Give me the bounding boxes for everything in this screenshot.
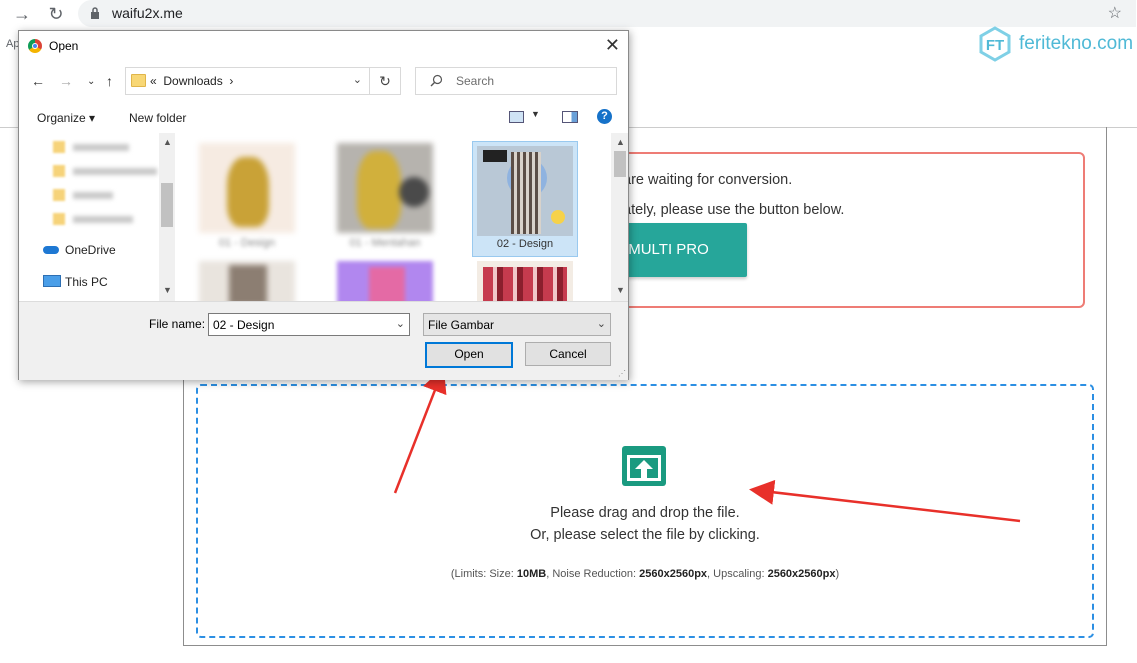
file-name-label: File name: [149,317,206,331]
file-caption: 01 - Design [218,237,276,249]
dialog-footer: File name: 02 - Design ⌄ File Gambar ⌄ O… [19,301,628,380]
nav-folder-item[interactable] [53,213,169,226]
dialog-address-toolbar: ← → ⌄ ↑ « Downloads › ⌄ ↻ Search [19,61,628,101]
path-bar[interactable]: « Downloads › ⌄ [125,67,371,95]
chrome-icon [28,39,42,53]
chevron-down-icon[interactable]: ⌄ [396,317,405,330]
back-icon[interactable]: ← [31,73,45,89]
arrow-to-drop-zone [749,479,1021,523]
file-list: 01 - Design 01 - Mentahan 02 - Design [177,133,611,301]
this-pc-icon [43,275,61,287]
file-thumbnail [477,146,573,236]
file-thumbnail[interactable] [199,261,295,301]
folder-icon [131,74,146,87]
file-thumbnail[interactable] [477,261,573,301]
nav-this-pc[interactable]: This PC [65,275,108,289]
nav-scrollbar[interactable]: ▲ ▼ [159,133,175,301]
view-options-icon[interactable] [509,111,524,123]
dialog-title: Open [49,39,79,53]
organize-button[interactable]: Organize ▾ [37,111,95,125]
new-folder-button[interactable]: New folder [129,111,186,125]
nav-onedrive[interactable]: OneDrive [65,243,116,257]
nav-folder-item[interactable] [53,165,169,178]
refresh-icon[interactable]: ↻ [369,67,401,95]
preview-pane-icon[interactable] [562,111,578,123]
file-list-scrollbar[interactable]: ▲ ▼ [612,133,628,301]
onedrive-icon [43,246,59,254]
chevron-down-icon: ⌄ [596,318,606,330]
file-thumbnail [199,143,295,233]
resize-grip-icon[interactable]: ⋰ [618,369,626,378]
view-dropdown-icon[interactable]: ▼ [531,109,540,119]
open-file-dialog: Open ✕ ← → ⌄ ↑ « Downloads › ⌄ ↻ Search … [18,30,629,380]
file-thumbnail [337,143,433,233]
file-name-value: 02 - Design [213,318,275,332]
dialog-command-bar: Organize ▾ New folder ▼ ? [19,101,628,133]
file-type-select[interactable]: File Gambar ⌄ [423,313,611,336]
forward-icon[interactable]: → [59,73,73,89]
file-name-input[interactable]: 02 - Design ⌄ [208,313,410,336]
nav-folder-item[interactable] [53,141,169,154]
file-item-selected[interactable]: 02 - Design [472,141,578,257]
search-placeholder: Search [456,74,495,88]
file-caption: 01 - Mentahan [349,237,421,249]
close-icon[interactable]: ✕ [605,35,620,56]
help-icon[interactable]: ? [597,109,612,124]
search-input[interactable]: Search [415,67,617,95]
open-button[interactable]: Open [425,342,513,368]
arrow-to-open-button [393,367,447,494]
file-caption: 02 - Design [496,238,554,250]
file-type-value: File Gambar [428,318,495,332]
recent-dropdown-icon[interactable]: ⌄ [87,76,95,87]
cancel-button[interactable]: Cancel [525,342,611,366]
dialog-titlebar[interactable]: Open ✕ [19,31,628,61]
path-dropdown-icon[interactable]: ⌄ [353,73,362,86]
nav-folder-item[interactable] [53,189,169,202]
search-icon [430,74,443,87]
up-icon[interactable]: ↑ [106,73,113,89]
path-folder: Downloads [163,74,223,88]
file-thumbnail[interactable] [337,261,433,301]
navigation-pane: OneDrive This PC [19,133,178,301]
